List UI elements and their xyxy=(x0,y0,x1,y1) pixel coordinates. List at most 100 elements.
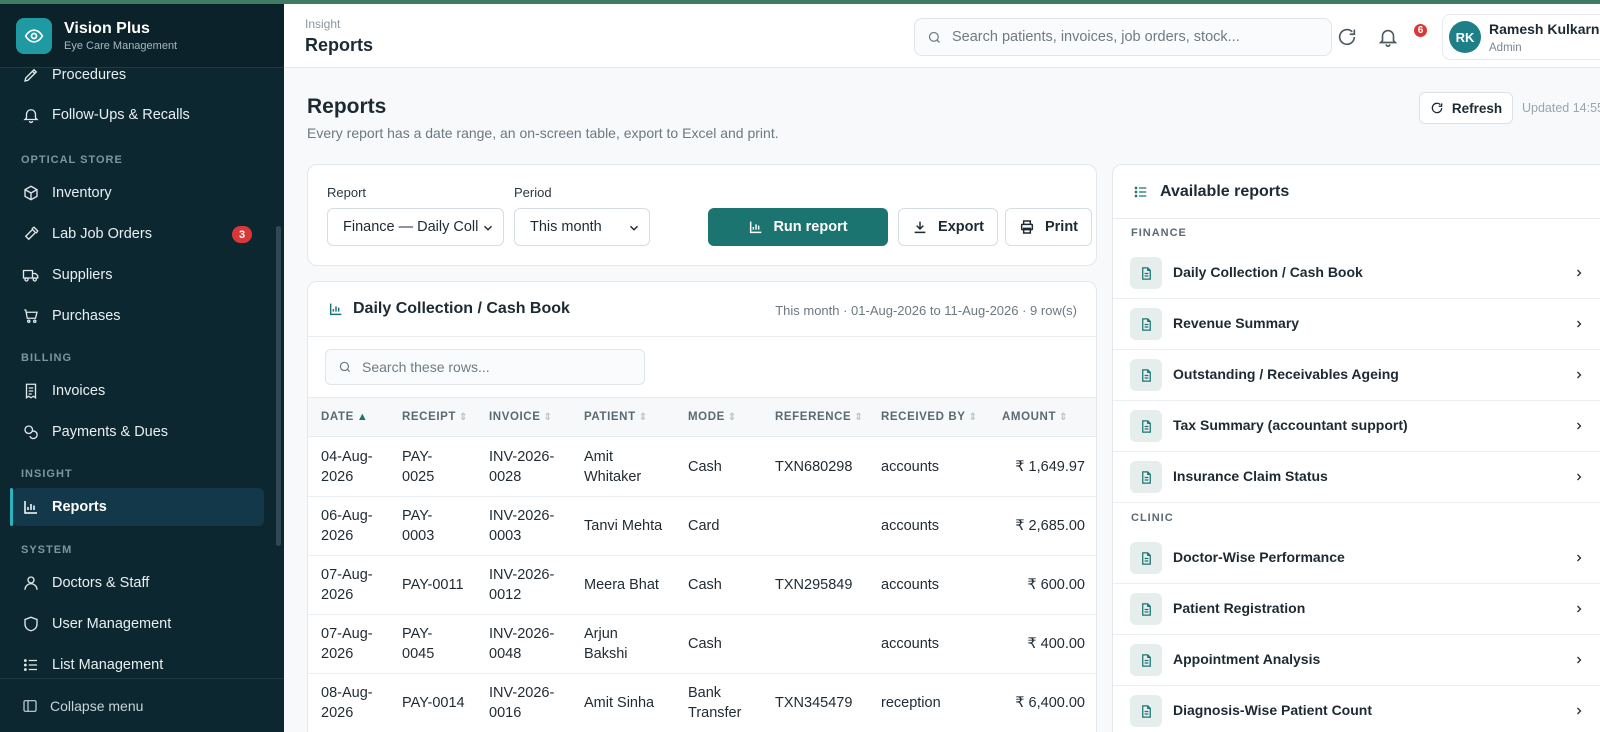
cell-line: Amit xyxy=(584,449,613,465)
table-row[interactable]: 04-Aug- 2026 PAY- 0025 INV-2026- 0028 Amit Whit… xyxy=(308,438,1096,497)
report-meta: This month · 01-Aug-2026 to 11-Aug-2026 … xyxy=(775,303,1077,318)
sidebar-item-doctors-staff[interactable]: Doctors & Staff xyxy=(12,564,264,602)
list-icon xyxy=(1134,186,1147,198)
section-insight: INSIGHT xyxy=(21,468,73,480)
report-filter-card: Report Finance — Daily Coll Period This … xyxy=(307,164,1097,266)
sidebar-item-inventory[interactable]: Inventory xyxy=(12,174,264,212)
cell-received-by: accounts xyxy=(881,459,940,475)
available-report-item[interactable]: Patient Registration xyxy=(1113,583,1600,635)
cell-line: 2026 xyxy=(321,528,354,544)
period-select[interactable]: This month xyxy=(514,208,650,246)
column-date[interactable]: DATE ▲ xyxy=(321,411,368,423)
export-button[interactable]: Export xyxy=(898,208,998,246)
cell-received-by: reception xyxy=(881,695,941,711)
report-doc-icon xyxy=(1130,593,1162,625)
report-select-value: Finance — Daily Coll xyxy=(343,219,479,235)
sidebar-item-invoices[interactable]: Invoices xyxy=(12,372,264,410)
table-row[interactable]: 07-Aug- 2026 PAY- 0045 INV-2026- 0048 Arjun Bak… xyxy=(308,615,1096,674)
document-icon xyxy=(1141,602,1151,616)
cell-line: 04-Aug- xyxy=(321,449,373,465)
user-menu[interactable]: RK Ramesh Kulkarni Admin xyxy=(1442,14,1600,60)
available-report-item[interactable]: Tax Summary (accountant support) xyxy=(1113,400,1600,452)
available-report-item[interactable]: Outstanding / Receivables Ageing xyxy=(1113,349,1600,401)
available-report-item[interactable]: Doctor-Wise Performance xyxy=(1113,532,1600,584)
document-icon xyxy=(1141,551,1151,565)
sidebar-item-lab-job-orders[interactable]: Lab Job Orders 3 xyxy=(12,215,264,253)
cell-line: 0045 xyxy=(402,646,435,662)
available-report-item[interactable]: Appointment Analysis xyxy=(1113,634,1600,686)
available-report-item[interactable]: Insurance Claim Status xyxy=(1113,451,1600,503)
document-icon xyxy=(1141,317,1151,331)
column-amount[interactable]: AMOUNT ⇕ xyxy=(1002,411,1068,423)
report-doc-icon xyxy=(1130,359,1162,391)
column-invoice[interactable]: INVOICE ⇕ xyxy=(489,411,552,423)
bar-chart-icon xyxy=(24,501,37,514)
collapse-menu-button[interactable]: Collapse menu xyxy=(0,678,284,732)
table-row[interactable]: 08-Aug- 2026 PAY-0014 INV-2026- 0016 Amit Sin… xyxy=(308,674,1096,732)
app-subtitle: Eye Care Management xyxy=(64,39,178,52)
table-search-input[interactable] xyxy=(362,359,642,375)
top-accent-line xyxy=(0,0,1600,4)
cell-line: Cash xyxy=(688,577,722,593)
section-clinic: CLINIC xyxy=(1131,512,1174,524)
page-subtitle: Every report has a date range, an on-scr… xyxy=(307,125,779,141)
breadcrumb[interactable]: Insight xyxy=(305,17,340,31)
column-reference[interactable]: REFERENCE ⇕ xyxy=(775,411,863,423)
refresh-button[interactable]: Refresh xyxy=(1419,92,1513,124)
sidebar-item-procedures[interactable]: Procedures xyxy=(12,56,264,94)
truck-icon xyxy=(22,269,39,282)
cell-line: Arjun xyxy=(584,626,618,642)
report-doc-icon xyxy=(1130,257,1162,289)
table-row[interactable]: 06-Aug- 2026 PAY- 0003 INV-2026- 0003 Tanvi Me… xyxy=(308,497,1096,556)
sidebar-item-payments-dues[interactable]: Payments & Dues xyxy=(12,413,264,451)
column-receipt[interactable]: RECEIPT ⇕ xyxy=(402,411,468,423)
column-patient[interactable]: PATIENT ⇕ xyxy=(584,411,648,423)
document-icon xyxy=(1141,419,1151,433)
cell-invoice: INV-2026- 0003 xyxy=(489,506,554,546)
bar-chart-icon xyxy=(750,221,762,234)
sidebar-toggle-icon xyxy=(23,699,37,712)
sidebar-item-purchases[interactable]: Purchases xyxy=(12,297,264,335)
available-report-label: Appointment Analysis xyxy=(1173,651,1321,667)
sidebar-item-user-management[interactable]: User Management xyxy=(12,605,264,643)
available-report-item[interactable]: Diagnosis-Wise Patient Count xyxy=(1113,685,1600,732)
collapse-menu-label: Collapse menu xyxy=(50,697,144,714)
global-search-input[interactable] xyxy=(952,29,1322,45)
cell-line: Bank xyxy=(688,685,722,701)
available-report-item[interactable]: Revenue Summary xyxy=(1113,298,1600,350)
available-report-item[interactable]: Daily Collection / Cash Book xyxy=(1113,247,1600,299)
print-label: Print xyxy=(1044,219,1079,235)
cell-line: PAY-0011 xyxy=(402,577,464,593)
avatar: RK xyxy=(1449,21,1481,53)
chevron-down-icon xyxy=(483,225,493,231)
table-header: DATE ▲ RECEIPT ⇕ INVOICE ⇕ PATIENT ⇕ MODE ⇕ R… xyxy=(308,397,1096,437)
table-search[interactable] xyxy=(325,349,645,385)
bell-icon[interactable] xyxy=(1377,26,1399,48)
available-report-label: Tax Summary (accountant support) xyxy=(1173,417,1408,433)
print-button[interactable]: Print xyxy=(1005,208,1092,246)
run-report-button[interactable]: Run report xyxy=(708,208,888,246)
user-name: Ramesh Kulkarni xyxy=(1489,21,1600,37)
document-icon xyxy=(1141,368,1151,382)
cart-icon xyxy=(24,309,38,324)
column-mode[interactable]: MODE ⇕ xyxy=(688,411,737,423)
updated-timestamp: Updated 14:55 xyxy=(1522,101,1600,115)
sidebar-item-reports[interactable]: Reports xyxy=(10,488,264,526)
column-received-by[interactable]: RECEIVED BY ⇕ xyxy=(881,411,978,423)
sidebar-item-follow-ups[interactable]: Follow-Ups & Recalls xyxy=(12,96,264,134)
shield-icon xyxy=(24,616,38,632)
sidebar-scrollbar[interactable] xyxy=(276,226,281,546)
cell-line: 2026 xyxy=(321,705,354,721)
document-icon xyxy=(1141,266,1151,280)
cell-line: Cash xyxy=(688,636,722,652)
table-row[interactable]: 07-Aug- 2026 PAY-0011 INV-2026- 0012 Meera Bh… xyxy=(308,556,1096,615)
sidebar-item-suppliers[interactable]: Suppliers xyxy=(12,256,264,294)
cell-line: 0016 xyxy=(489,705,522,721)
report-doc-icon xyxy=(1130,461,1162,493)
cell-line: PAY-0014 xyxy=(402,695,465,711)
cell-amount: ₹ 1,649.97 xyxy=(1015,459,1085,475)
sidebar-item-label: User Management xyxy=(52,616,172,632)
global-search[interactable] xyxy=(914,18,1332,56)
report-select[interactable]: Finance — Daily Coll xyxy=(327,208,504,246)
refresh-icon[interactable] xyxy=(1336,26,1358,48)
